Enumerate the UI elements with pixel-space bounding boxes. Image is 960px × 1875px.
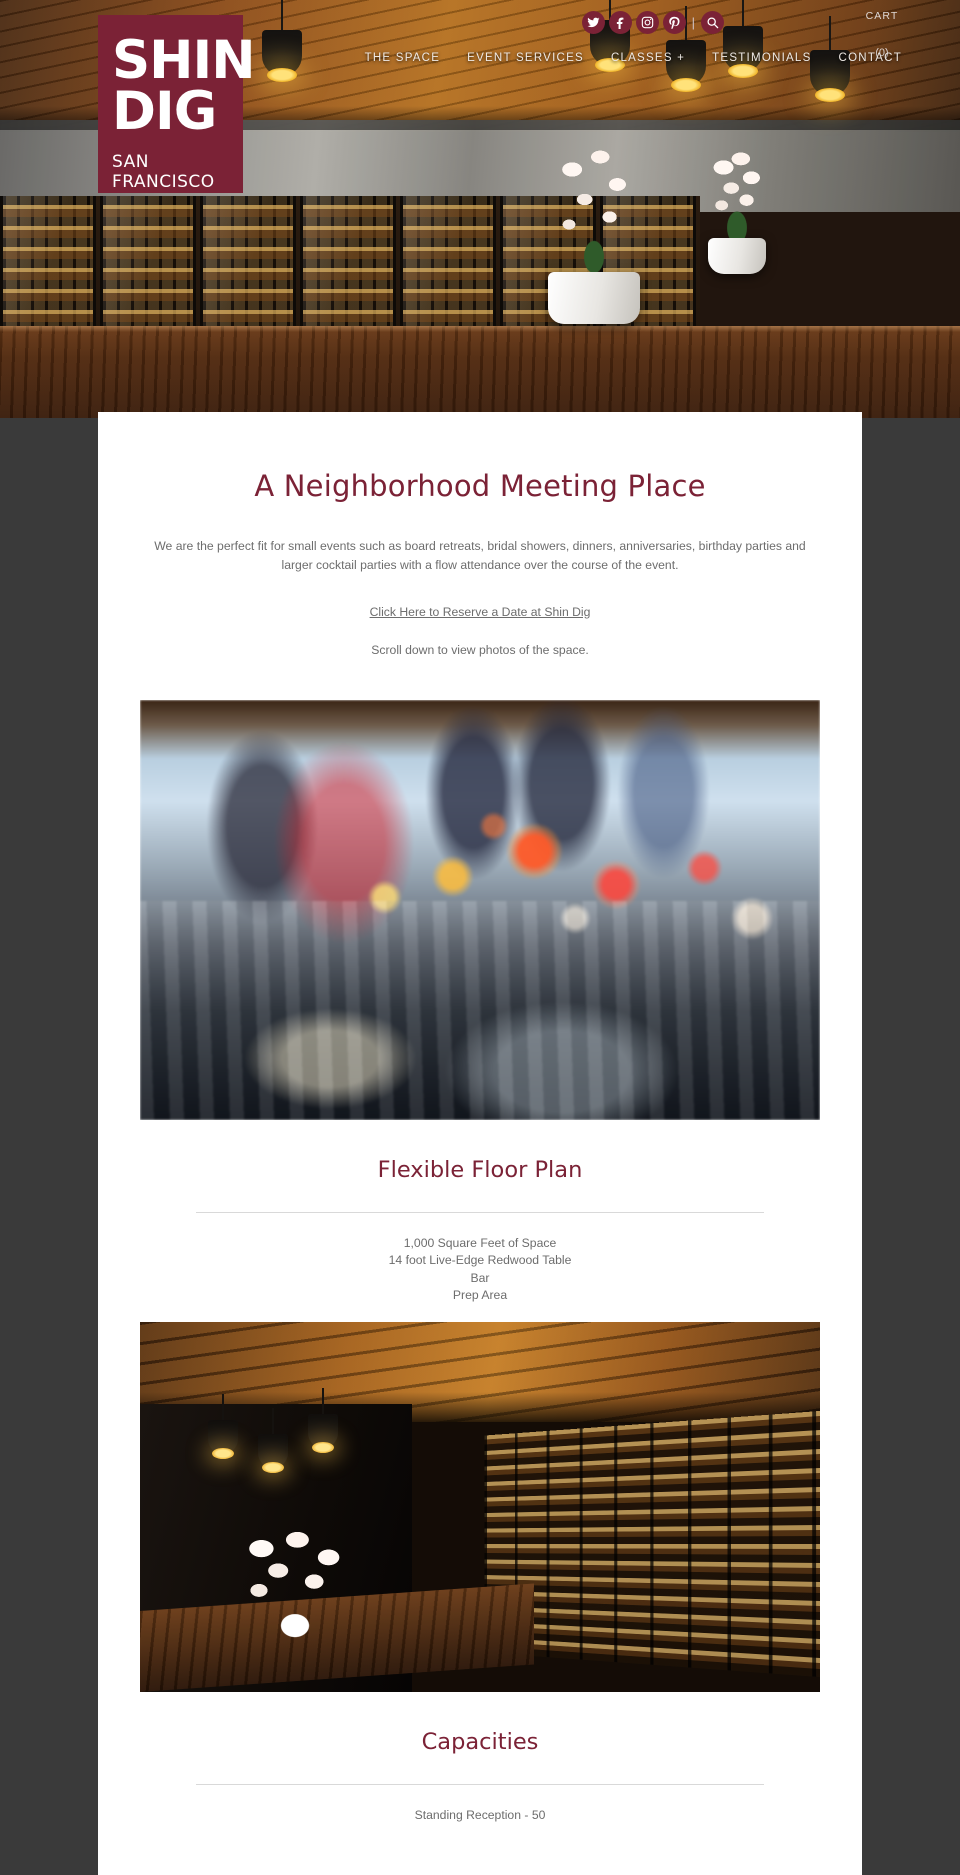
spec-item: 14 foot Live-Edge Redwood Table — [388, 1253, 572, 1268]
banquet-photo-render — [140, 699, 820, 1120]
cellar-orchid — [235, 1530, 356, 1641]
section-heading-flexible-floor-plan: Flexible Floor Plan — [377, 1156, 583, 1183]
nav-item-the-space[interactable]: THE SPACE — [365, 52, 441, 64]
intro-paragraph: We are the perfect fit for small events … — [154, 539, 806, 573]
facebook-icon[interactable] — [608, 11, 632, 34]
hero-orchid-planter — [548, 147, 640, 324]
capacities-spec-list: Standing Reception - 50 — [98, 1807, 862, 1824]
gallery-photo-banquet-table[interactable] — [140, 699, 820, 1120]
gallery-photo-wine-cellar[interactable] — [140, 1322, 820, 1693]
page-root: SHIN DIG SAN FRANCISCO | CART (0) THE SP… — [0, 0, 960, 1875]
content-panel: A Neighborhood Meeting Place We are the … — [98, 412, 862, 1875]
site-logo[interactable]: SHIN DIG SAN FRANCISCO — [98, 15, 256, 193]
section-divider — [196, 1211, 764, 1213]
spec-item: Standing Reception - 50 — [414, 1808, 546, 1823]
nav-item-contact[interactable]: CONTACT — [839, 52, 902, 64]
search-icon[interactable] — [701, 11, 724, 34]
nav-item-event-services[interactable]: EVENT SERVICES — [467, 52, 584, 64]
page-title: A Neighborhood Meeting Place — [254, 469, 706, 503]
logo-line-1: SHIN — [112, 30, 256, 91]
pinterest-icon[interactable] — [662, 11, 686, 34]
cellar-pendant-lamp — [308, 1414, 338, 1454]
header-divider: | — [691, 15, 695, 30]
main-navigation: THE SPACE EVENT SERVICES CLASSES + TESTI… — [365, 52, 902, 64]
floor-plan-spec-list: 1,000 Square Feet of Space 14 foot Live-… — [98, 1235, 862, 1305]
hero-bar-counter — [0, 326, 960, 418]
reserve-date-link[interactable]: Click Here to Reserve a Date at Shin Dig — [370, 605, 591, 619]
instagram-icon[interactable] — [635, 11, 659, 34]
reserve-link-wrapper: Click Here to Reserve a Date at Shin Dig — [98, 603, 862, 621]
cellar-photo-render — [140, 1322, 820, 1693]
cellar-pendant-lamp — [208, 1420, 238, 1460]
spec-item: Prep Area — [452, 1287, 508, 1302]
spec-item: 1,000 Square Feet of Space — [403, 1235, 557, 1250]
nav-item-testimonials[interactable]: TESTIMONIALS — [712, 52, 811, 64]
social-links: | — [581, 11, 724, 34]
hero-orchid-planter — [708, 151, 766, 274]
cart-label: CART — [865, 10, 899, 22]
logo-line-3: SAN FRANCISCO — [112, 151, 215, 192]
cellar-pendant-lamp — [258, 1434, 288, 1474]
spec-item: Bar — [470, 1270, 490, 1285]
twitter-icon[interactable] — [581, 11, 605, 34]
nav-item-classes[interactable]: CLASSES + — [611, 52, 685, 64]
logo-line-2: DIG — [112, 81, 217, 143]
scroll-note: Scroll down to view photos of the space. — [371, 642, 589, 657]
section-divider — [196, 1784, 764, 1786]
cellar-wine-racks — [484, 1411, 820, 1678]
section-heading-capacities: Capacities — [421, 1729, 539, 1756]
